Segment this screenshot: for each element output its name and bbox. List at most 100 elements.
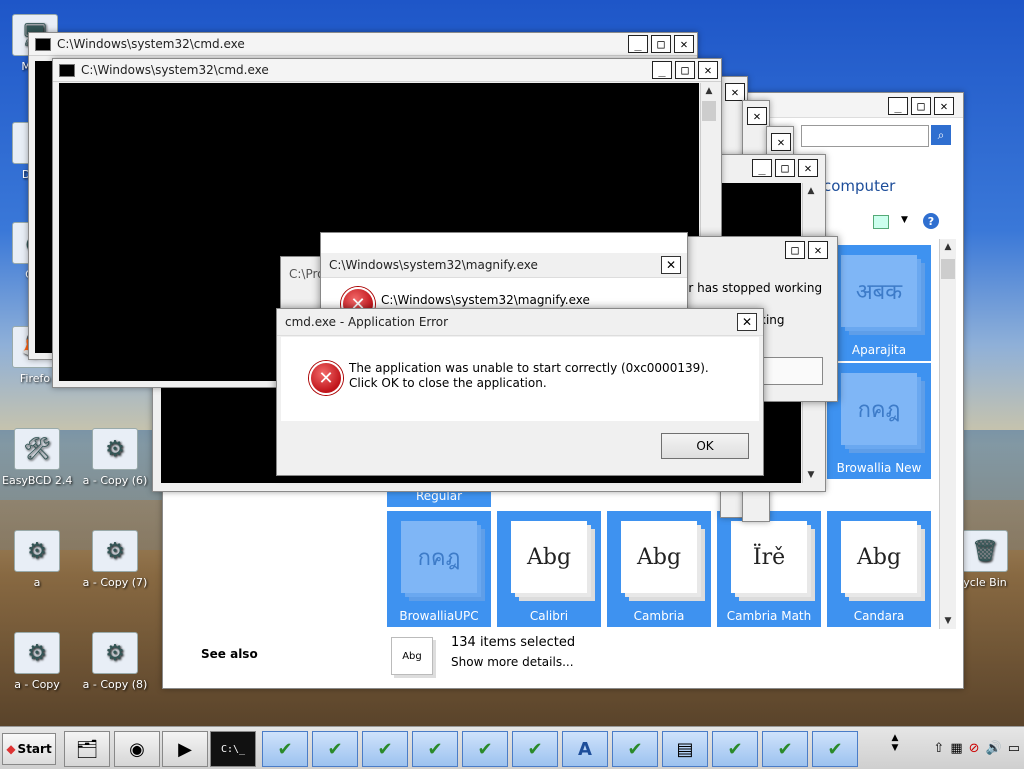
font-name: BrowalliaUPC — [399, 609, 479, 623]
desktop-icon-easybcd[interactable]: 🛠 EasyBCD 2.4 — [2, 428, 72, 487]
taskbar-app-2[interactable]: ✔ — [312, 731, 358, 767]
taskbar-app-8[interactable]: ▤ — [662, 731, 708, 767]
start-button[interactable]: ◆ Start — [2, 733, 56, 765]
search-icon[interactable]: ⌕ — [931, 125, 951, 145]
taskbar-app-10[interactable]: ✔ — [762, 731, 808, 767]
font-tile-browalliaupc[interactable]: กคฎ BrowalliaUPC — [387, 511, 491, 627]
minimize-button[interactable]: _ — [752, 159, 772, 177]
desktop-icon-a-copy-8[interactable]: ⚙ a - Copy (8) — [80, 632, 150, 691]
desktop-icon-a[interactable]: ⚙ a — [2, 530, 72, 589]
desktop-icon-label: a - Copy (6) — [82, 474, 148, 487]
taskbar-explorer[interactable]: 🗂 — [64, 731, 110, 767]
minimize-button[interactable]: _ — [628, 35, 648, 53]
close-button[interactable]: ✕ — [698, 61, 718, 79]
check-icon: ✔ — [627, 738, 643, 760]
window-icon: ▤ — [676, 738, 694, 760]
font-tile-candara[interactable]: Abg Candara — [827, 511, 931, 627]
maximize-button[interactable]: □ — [911, 97, 931, 115]
check-icon: ✔ — [777, 738, 793, 760]
taskbar-app-4[interactable]: ✔ — [412, 731, 458, 767]
gear-icon: ⚙ — [14, 632, 60, 674]
scroll-down-icon[interactable]: ▼ — [803, 467, 819, 483]
explorer-scrollbar[interactable]: ▲ ▼ — [939, 239, 956, 629]
desktop-icon-label: a - Copy — [14, 678, 60, 691]
scroll-down-icon[interactable]: ▼ — [940, 613, 956, 629]
scrollbar-thumb[interactable] — [941, 259, 955, 279]
scrollbar-thumb[interactable] — [702, 101, 716, 121]
desktop-icon-a-copy-6[interactable]: ⚙ a - Copy (6) — [80, 428, 150, 487]
close-button[interactable]: ✕ — [725, 83, 745, 101]
close-button[interactable]: ✕ — [771, 133, 791, 151]
maximize-button[interactable]: □ — [651, 35, 671, 53]
close-button[interactable]: ✕ — [674, 35, 694, 53]
application-error-dialog[interactable]: cmd.exe - Application Error ✕ ✕ The appl… — [276, 308, 764, 476]
view-icon[interactable] — [873, 215, 889, 229]
taskbar-app-1[interactable]: ✔ — [262, 731, 308, 767]
taskbar-cmd[interactable]: C:\_ — [210, 731, 256, 767]
system-tray: ⇧ ▦ ⊘ 🔊 ▭ — [933, 733, 1020, 763]
maximize-button[interactable]: □ — [775, 159, 795, 177]
close-button[interactable]: ✕ — [798, 159, 818, 177]
desktop-icon-a-copy-7[interactable]: ⚙ a - Copy (7) — [80, 530, 150, 589]
security-alert-icon[interactable]: ⊘ — [969, 741, 980, 756]
font-preview: Abg — [841, 521, 917, 593]
cmd-titlebar: C:\Windows\system32\cmd.exe _ □ ✕ — [29, 33, 697, 56]
error-dialog-body: ✕ The application was unable to start co… — [281, 337, 759, 421]
check-icon: ✔ — [427, 738, 443, 760]
gear-icon: ⚙ — [14, 530, 60, 572]
scroll-up-icon[interactable]: ▲ — [803, 183, 819, 199]
taskbar-scroll[interactable]: ▲ ▼ — [890, 733, 900, 753]
taskbar-media-player[interactable]: ▶ — [162, 731, 208, 767]
taskbar-app-11[interactable]: ✔ — [812, 731, 858, 767]
font-preview: กคฎ — [401, 521, 477, 593]
check-icon: ✔ — [327, 738, 343, 760]
ok-button[interactable]: OK — [661, 433, 749, 459]
font-name: Browallia New — [836, 461, 922, 475]
font-preview: Ïrě — [731, 521, 807, 593]
font-tile-cambria-math[interactable]: Ïrě Cambria Math — [717, 511, 821, 627]
font-tile-aparajita[interactable]: अबक Aparajita — [827, 245, 931, 361]
show-desktop-button[interactable]: ▭ — [1008, 741, 1020, 756]
close-button[interactable]: ✕ — [661, 256, 681, 274]
taskbar-app-9[interactable]: ✔ — [712, 731, 758, 767]
font-tile-cambria[interactable]: Abg Cambria — [607, 511, 711, 627]
font-name: Cambria — [633, 609, 685, 623]
volume-icon[interactable]: 🔊 — [986, 741, 1002, 756]
font-tile-calibri[interactable]: Abg Calibri — [497, 511, 601, 627]
minimize-button[interactable]: _ — [652, 61, 672, 79]
windows-logo-icon: ◆ — [6, 742, 16, 756]
taskbar-fonts-folder[interactable]: A — [562, 731, 608, 767]
maximize-button[interactable]: □ — [785, 241, 805, 259]
stopped-dialog-button[interactable] — [763, 357, 823, 385]
show-hidden-icons[interactable]: ⇧ — [933, 741, 944, 756]
taskbar-app-3[interactable]: ✔ — [362, 731, 408, 767]
close-button[interactable]: ✕ — [934, 97, 954, 115]
minimize-button[interactable]: _ — [888, 97, 908, 115]
close-button[interactable]: ✕ — [808, 241, 828, 259]
desktop-icon-label: a - Copy (7) — [82, 576, 148, 589]
start-label: Start — [17, 742, 52, 756]
window-title: C:\Windows\system32\magnify.exe — [329, 258, 538, 272]
search-input[interactable] — [801, 125, 929, 147]
scroll-up-icon[interactable]: ▲ — [701, 83, 717, 99]
font-tile-browallia-new[interactable]: กคฎ Browallia New — [827, 363, 931, 479]
taskbar-app-7[interactable]: ✔ — [612, 731, 658, 767]
chevron-down-icon[interactable]: ▼ — [901, 215, 908, 225]
desktop-icon-a-copy[interactable]: ⚙ a - Copy — [2, 632, 72, 691]
maximize-button[interactable]: □ — [675, 61, 695, 79]
taskbar: ◆ Start 🗂 ◉ ▶ C:\_ ✔ ✔ ✔ ✔ ✔ ✔ A ✔ ▤ ✔ ✔… — [0, 726, 1024, 769]
font-folder-icon: A — [578, 738, 592, 760]
show-more-details-link[interactable]: Show more details... — [451, 655, 574, 669]
taskbar-app-6[interactable]: ✔ — [512, 731, 558, 767]
error-dialog-title: cmd.exe - Application Error — [285, 315, 449, 329]
close-button[interactable]: ✕ — [747, 107, 767, 125]
scroll-up-icon[interactable]: ▲ — [940, 239, 956, 255]
taskbar-chrome[interactable]: ◉ — [114, 731, 160, 767]
close-button[interactable]: ✕ — [737, 313, 757, 331]
font-name: Aparajita — [851, 343, 907, 357]
explorer-heading: computer — [823, 177, 896, 195]
taskbar-app-5[interactable]: ✔ — [462, 731, 508, 767]
magnify-titlebar: C:\Windows\system32\magnify.exe ✕ — [321, 253, 687, 278]
network-icon[interactable]: ▦ — [950, 741, 962, 756]
help-icon[interactable]: ? — [923, 213, 939, 229]
